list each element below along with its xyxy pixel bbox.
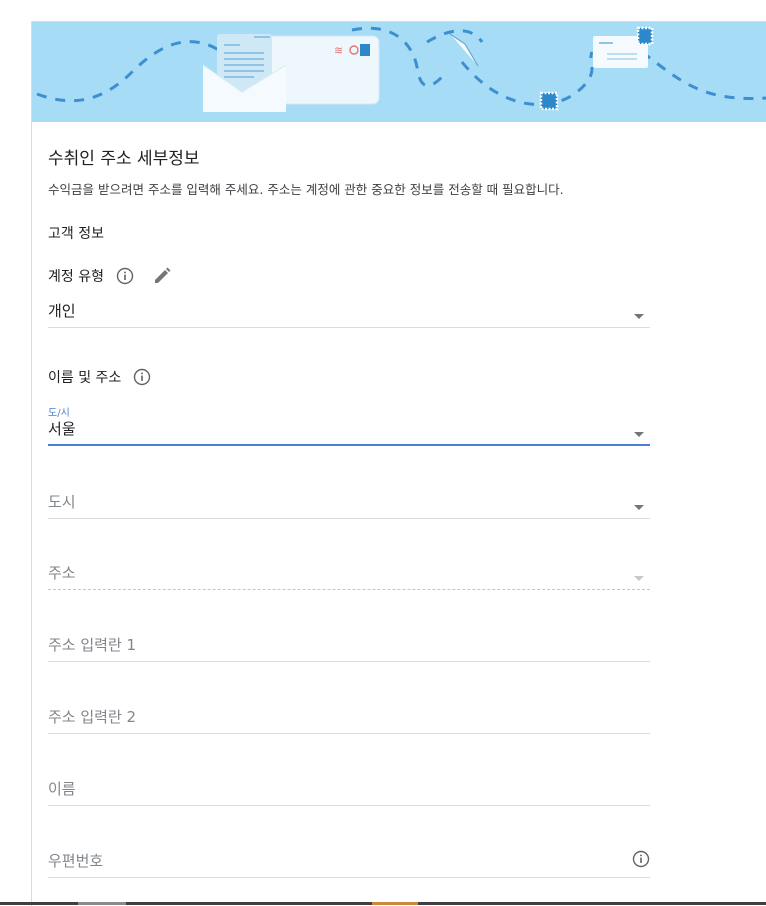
page-title: 수취인 주소 세부정보 [48,149,200,169]
province-float-label: 도/시 [48,408,70,419]
city-placeholder: 도시 [48,493,76,511]
page-subtitle: 수익금을 받으려면 주소를 입력해 주세요. 주소는 계정에 관한 중요한 정보… [48,182,564,197]
customer-info-heading: 고객 정보 [48,226,104,242]
info-icon[interactable] [632,850,650,872]
name-input[interactable]: 이름 [48,776,650,806]
city-select[interactable]: 도시 [48,489,650,519]
dropdown-arrow-icon [634,576,644,581]
province-select[interactable]: 도/시 서울 [48,404,650,446]
account-type-label: 계정 유형 [48,269,104,285]
field-underline [48,877,650,878]
name-address-label: 이름 및 주소 [48,370,122,386]
info-icon[interactable] [133,368,151,386]
field-underline [48,733,650,734]
field-underline [48,518,650,519]
info-icon[interactable] [116,267,134,285]
postal-code-input[interactable]: 우편번호 [48,848,650,878]
field-underline-active [48,444,650,446]
svg-text:≋: ≋ [334,44,343,57]
province-value: 서울 [48,420,76,438]
field-underline [48,805,650,806]
address-line2-placeholder: 주소 입력란 2 [48,708,137,726]
name-address-label-row: 이름 및 주소 [48,367,151,387]
address-select: 주소 [48,560,650,590]
address-card: ≋ 수취인 주소 세부정보 수익금을 받으려면 주소를 입력해 주세요. 주소는… [31,21,766,906]
account-type-select[interactable]: 개인 [48,298,650,328]
address-line2-input[interactable]: 주소 입력란 2 [48,704,650,734]
envelope-illustration: ≋ [36,26,766,112]
address-line1-input[interactable]: 주소 입력란 1 [48,632,650,662]
postal-code-placeholder: 우편번호 [48,852,104,870]
name-placeholder: 이름 [48,780,76,798]
account-type-label-row: 계정 유형 [48,266,172,286]
account-type-value: 개인 [48,302,76,320]
field-underline [48,661,650,662]
banner-illustration: ≋ [32,22,766,122]
field-underline [48,327,650,328]
dropdown-arrow-icon [634,432,644,437]
address-placeholder: 주소 [48,564,76,582]
dropdown-arrow-icon [634,314,644,319]
dropdown-arrow-icon [634,505,644,510]
address-line1-placeholder: 주소 입력란 1 [48,636,137,654]
field-underline-disabled [48,589,650,590]
edit-icon[interactable] [152,266,172,286]
